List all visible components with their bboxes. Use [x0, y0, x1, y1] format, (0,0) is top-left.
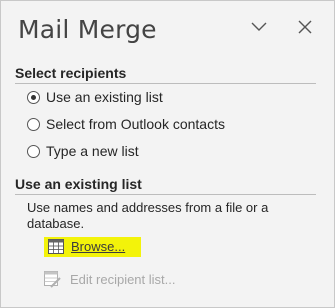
collapse-button[interactable] [247, 15, 271, 39]
radio-label: Use an existing list [46, 89, 163, 105]
radio-select-outlook-contacts[interactable]: Select from Outlook contacts [27, 116, 225, 132]
edit-list-icon [44, 271, 61, 288]
close-button[interactable] [293, 15, 317, 39]
radio-label: Select from Outlook contacts [46, 116, 225, 132]
select-recipients-heading: Select recipients [15, 65, 316, 84]
radio-button[interactable] [27, 144, 40, 158]
radio-use-existing-list[interactable]: Use an existing list [27, 89, 163, 105]
close-icon [298, 20, 312, 34]
chevron-down-icon [251, 22, 267, 31]
edit-recipient-list-label: Edit recipient list... [70, 272, 176, 287]
radio-button-checked[interactable] [27, 90, 40, 104]
existing-list-heading: Use an existing list [15, 176, 316, 195]
existing-list-description: Use names and addresses from a file or a… [27, 200, 269, 231]
radio-label: Type a new list [46, 143, 139, 159]
edit-recipient-list-link[interactable]: Edit recipient list... [44, 271, 176, 288]
browse-link[interactable]: Browse... [44, 237, 142, 257]
pane-title: Mail Merge [18, 15, 157, 44]
radio-button[interactable] [27, 117, 40, 131]
radio-type-new-list[interactable]: Type a new list [27, 143, 139, 159]
browse-label[interactable]: Browse... [71, 239, 125, 254]
mail-merge-pane: Mail Merge Select recipients Use an exis… [0, 0, 335, 308]
table-grid-icon [48, 239, 64, 254]
